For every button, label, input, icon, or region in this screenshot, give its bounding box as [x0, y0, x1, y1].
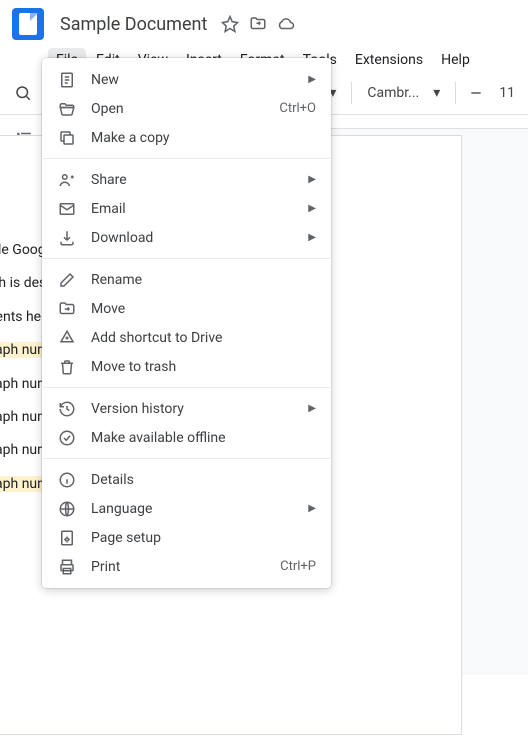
menuitem-label: Make a copy	[91, 130, 316, 146]
mail-icon	[57, 199, 77, 219]
menuitem-add-shortcut[interactable]: Add shortcut to Drive	[43, 323, 330, 352]
menuitem-email[interactable]: Email ▶	[43, 194, 330, 223]
print-icon	[57, 557, 77, 577]
menu-separator	[43, 258, 330, 259]
menuitem-offline[interactable]: Make available offline	[43, 423, 330, 452]
submenu-arrow-icon: ▶	[308, 174, 316, 185]
submenu-arrow-icon: ▶	[308, 503, 316, 514]
info-icon	[57, 470, 77, 490]
menuitem-download[interactable]: Download ▶	[43, 223, 330, 252]
submenu-arrow-icon: ▶	[308, 232, 316, 243]
menuitem-share[interactable]: Share ▶	[43, 165, 330, 194]
docs-logo-icon[interactable]	[12, 8, 44, 40]
decrease-font-button[interactable]	[464, 81, 488, 105]
folder-move-icon	[57, 299, 77, 319]
font-size-input[interactable]: 11	[496, 82, 518, 104]
person-plus-icon	[57, 170, 77, 190]
submenu-arrow-icon: ▶	[308, 203, 316, 214]
menuitem-label: Move	[91, 301, 316, 317]
menuitem-trash[interactable]: Move to trash	[43, 352, 330, 381]
pencil-icon	[57, 270, 77, 290]
document-title[interactable]: Sample Document	[56, 12, 211, 37]
menuitem-open[interactable]: Open Ctrl+O	[43, 94, 330, 123]
font-dropdown-label: Cambr...	[367, 85, 419, 101]
submenu-arrow-icon: ▶	[308, 74, 316, 85]
menuitem-print[interactable]: Print Ctrl+P	[43, 552, 330, 581]
menuitem-label: Download	[91, 230, 308, 246]
menuitem-new[interactable]: New ▶	[43, 65, 330, 94]
star-icon[interactable]	[221, 15, 239, 33]
menuitem-label: Email	[91, 201, 308, 217]
menuitem-label: Version history	[91, 401, 308, 417]
title-bar: Sample Document	[0, 0, 528, 48]
toolbar-divider	[351, 82, 352, 104]
menuitem-label: Add shortcut to Drive	[91, 330, 316, 346]
font-dropdown[interactable]: Cambr... ▾	[360, 82, 447, 104]
menuitem-version-history[interactable]: Version history ▶	[43, 394, 330, 423]
menuitem-label: Share	[91, 172, 308, 188]
menuitem-move[interactable]: Move	[43, 294, 330, 323]
menuitem-label: Page setup	[91, 530, 316, 546]
menuitem-shortcut: Ctrl+P	[280, 559, 316, 574]
menu-separator	[43, 387, 330, 388]
move-folder-icon[interactable]	[249, 15, 267, 33]
menuitem-label: Move to trash	[91, 359, 316, 375]
cloud-status-icon[interactable]	[277, 15, 295, 33]
search-menus-button[interactable]	[10, 80, 36, 106]
page-setup-icon	[57, 528, 77, 548]
folder-open-icon	[57, 99, 77, 119]
trash-icon	[57, 357, 77, 377]
copy-icon	[57, 128, 77, 148]
menu-separator	[43, 158, 330, 159]
new-doc-icon	[57, 70, 77, 90]
offline-icon	[57, 428, 77, 448]
menu-help[interactable]: Help	[433, 48, 478, 72]
menuitem-shortcut: Ctrl+O	[279, 101, 316, 116]
chevron-down-icon: ▾	[433, 85, 440, 101]
toolbar-divider	[455, 82, 456, 104]
globe-icon	[57, 499, 77, 519]
menuitem-label: New	[91, 72, 308, 88]
menuitem-page-setup[interactable]: Page setup	[43, 523, 330, 552]
menuitem-rename[interactable]: Rename	[43, 265, 330, 294]
menu-separator	[43, 458, 330, 459]
download-icon	[57, 228, 77, 248]
menuitem-details[interactable]: Details	[43, 465, 330, 494]
menuitem-label: Print	[91, 559, 280, 575]
history-icon	[57, 399, 77, 419]
menuitem-label: Language	[91, 501, 308, 517]
file-dropdown-menu: New ▶ Open Ctrl+O Make a copy Share ▶ Em…	[42, 58, 331, 588]
menuitem-label: Open	[91, 101, 279, 117]
font-size-value: 11	[499, 85, 515, 101]
submenu-arrow-icon: ▶	[308, 403, 316, 414]
menuitem-label: Rename	[91, 272, 316, 288]
menuitem-language[interactable]: Language ▶	[43, 494, 330, 523]
menuitem-label: Details	[91, 472, 316, 488]
menu-extensions[interactable]: Extensions	[347, 48, 431, 72]
drive-shortcut-icon	[57, 328, 77, 348]
menuitem-make-copy[interactable]: Make a copy	[43, 123, 330, 152]
menuitem-label: Make available offline	[91, 430, 316, 446]
